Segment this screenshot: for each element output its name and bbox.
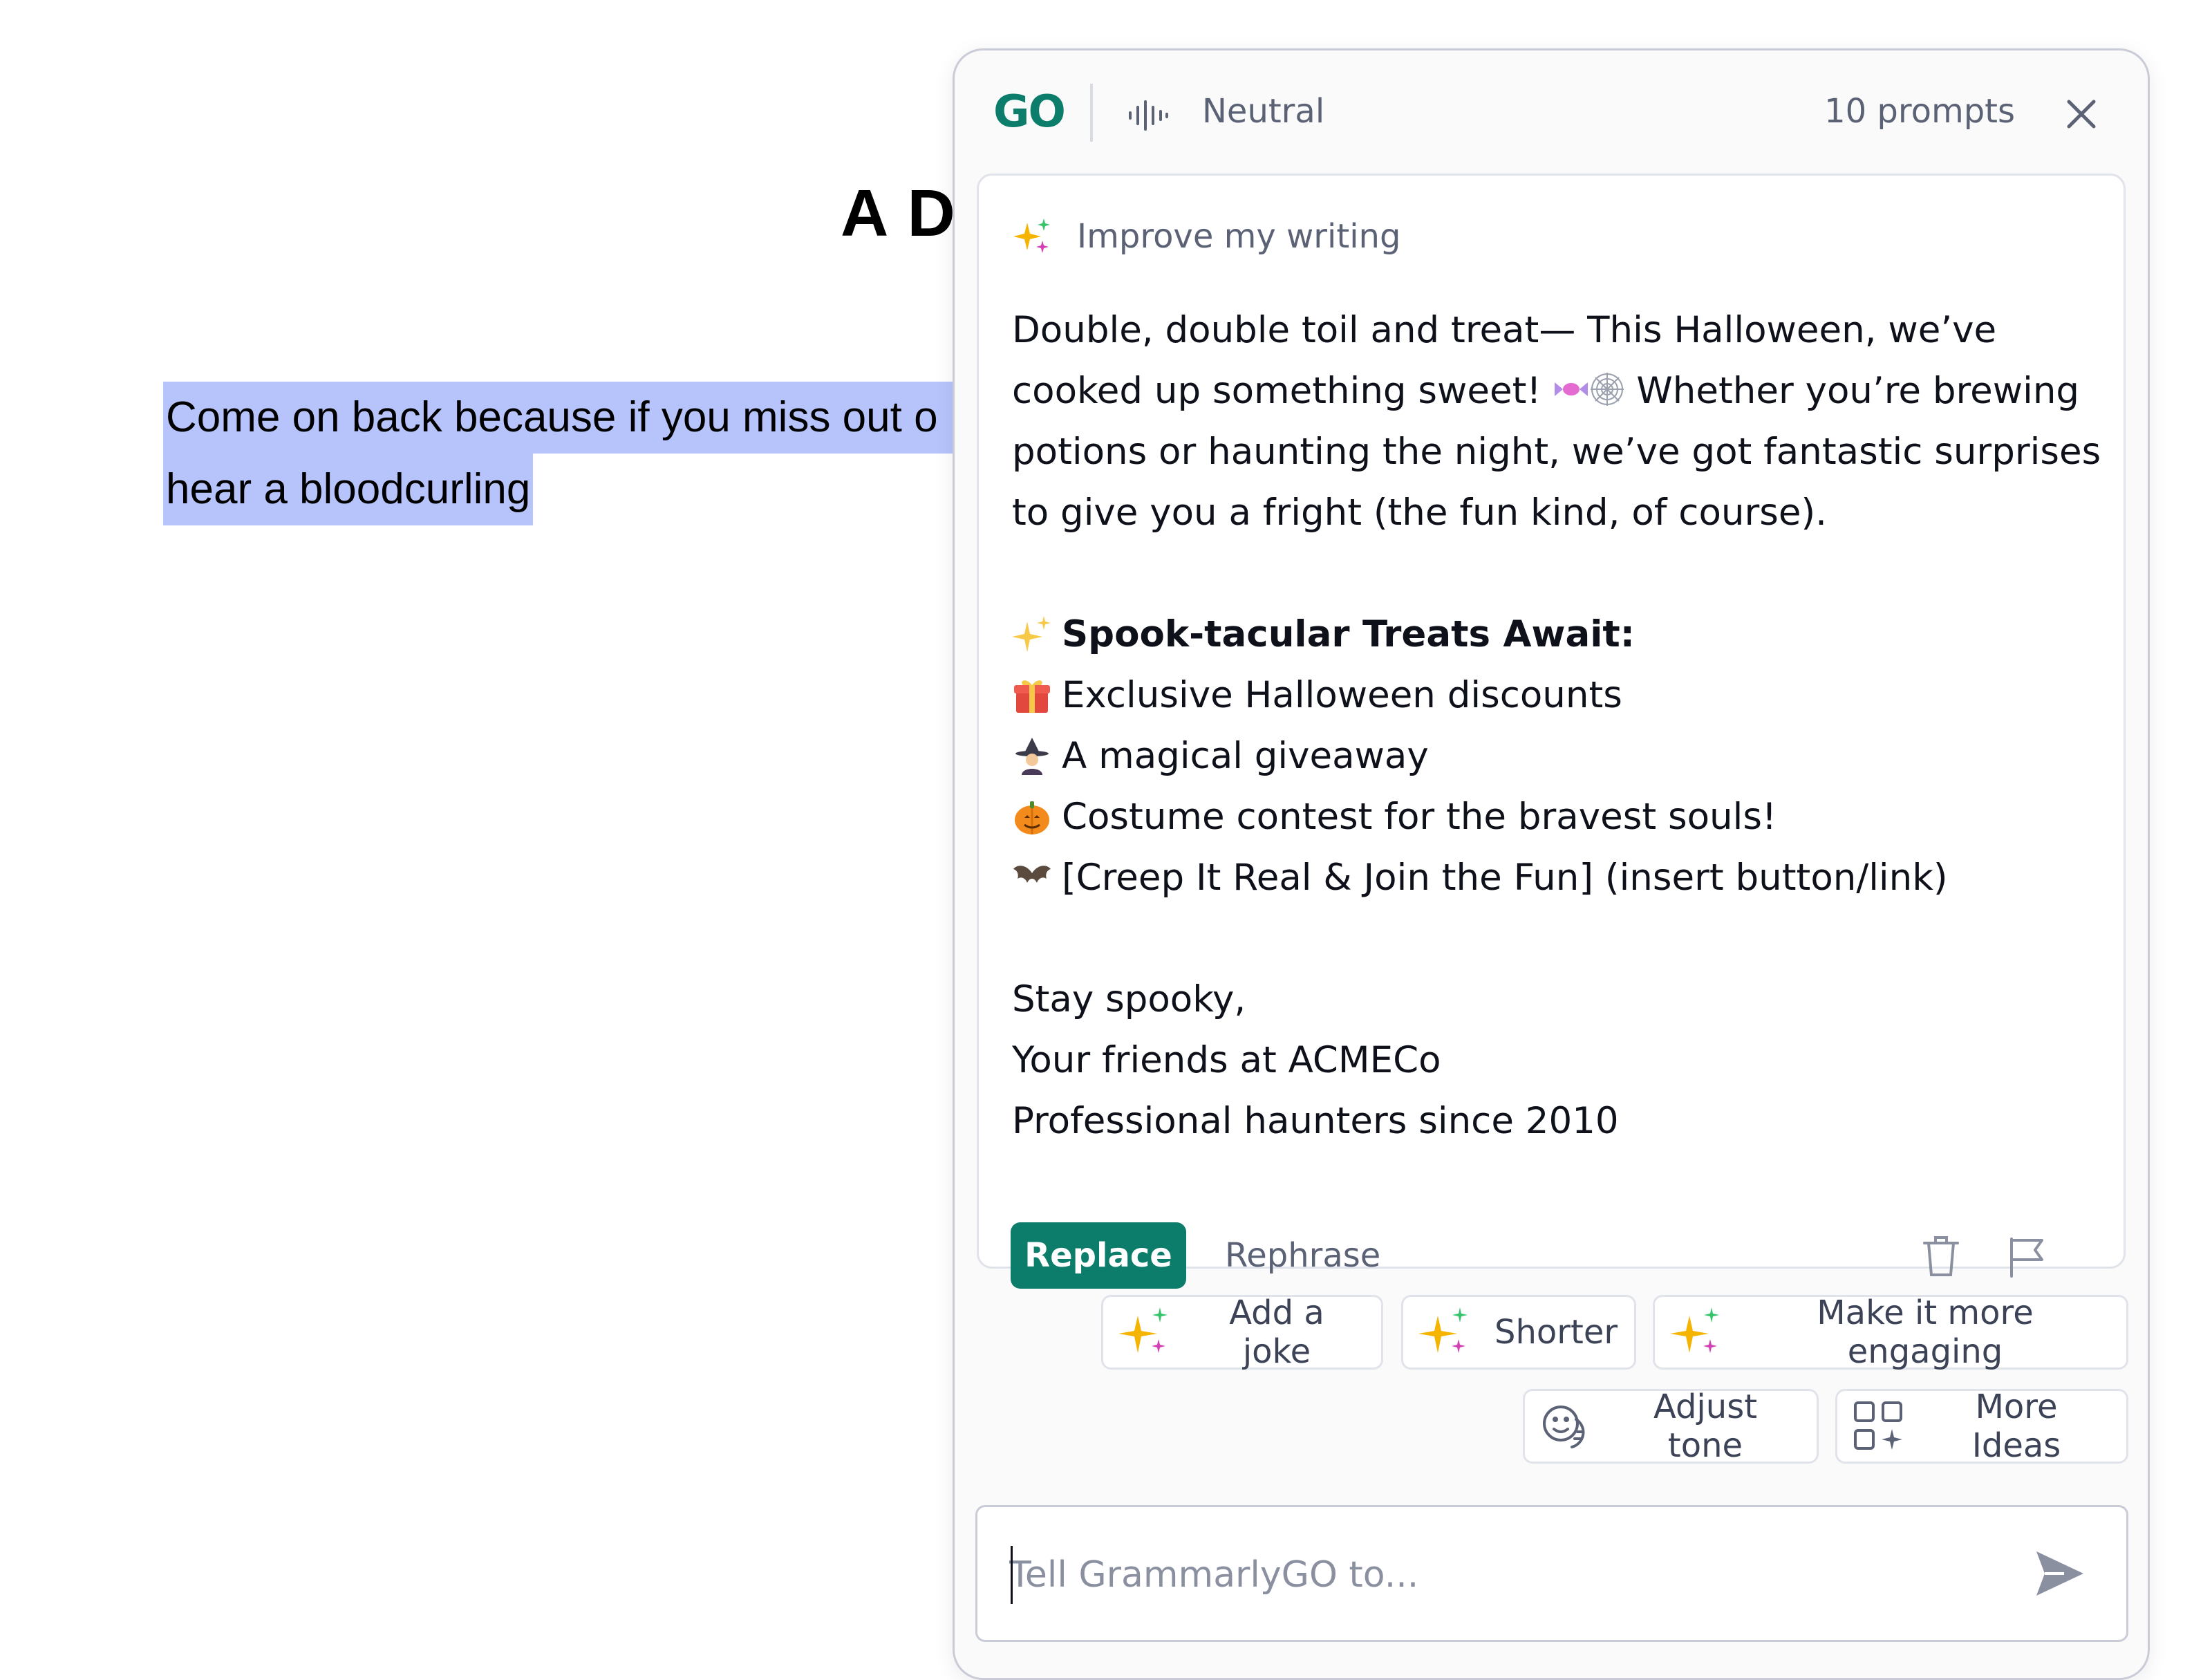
list-item-text: A magical giveaway (1062, 735, 1429, 777)
grid-sparkle-icon (1854, 1401, 1902, 1450)
list-item-text: Costume contest for the bravest souls! (1062, 796, 1777, 838)
sparkle-icon (1013, 218, 1050, 253)
list-item: Costume contest for the bravest souls! (1012, 787, 2104, 848)
prompt-label: Improve my writing (1077, 217, 1401, 256)
list-item-text: Exclusive Halloween discounts (1062, 674, 1622, 716)
make-engaging-label: Make it more engaging (1817, 1294, 2034, 1371)
add-joke-label: Add a joke (1229, 1294, 1324, 1371)
flag-icon[interactable] (2007, 1236, 2046, 1278)
panel-header: GO Neutral 10 prompts (955, 50, 2148, 174)
sparkle-icon (1418, 1307, 1468, 1353)
list-item: [Creep It Real & Join the Fun] (insert b… (1012, 848, 2104, 908)
list-item: Exclusive Halloween discounts (1012, 665, 2104, 726)
shorter-label: Shorter (1494, 1313, 1618, 1352)
document-title[interactable]: A D (841, 176, 957, 252)
suggestion-card: Improve my writing Double, double toil a… (977, 174, 2126, 1289)
trash-icon[interactable] (1922, 1235, 1960, 1278)
signature: Your friends at ACMECo (1012, 1039, 1441, 1081)
replace-button[interactable]: Replace (1011, 1222, 1186, 1289)
treats-heading: Spook-tacular Treats Await: (1062, 613, 1635, 655)
sparkle-icon (1670, 1307, 1719, 1353)
grammarlygo-logo: GO (993, 86, 1066, 138)
suggestion-text: Double, double toil and treat— This Hall… (1012, 300, 2104, 1152)
voice-waveform-icon[interactable] (1127, 100, 1169, 131)
witch-icon (1015, 738, 1049, 775)
grammarlygo-panel: GO Neutral 10 prompts Improve my writing… (953, 48, 2150, 1680)
prompt-input[interactable] (1009, 1542, 1977, 1608)
suggestion-intro: Double, double toil and treat— This Hall… (1012, 300, 2104, 543)
shorter-button[interactable]: Shorter (1401, 1295, 1636, 1370)
gift-icon (1014, 680, 1050, 713)
prompts-count: 10 prompts (1824, 92, 2015, 131)
list-item-text: [Creep It Real & Join the Fun] (insert b… (1062, 857, 1948, 899)
sparkles-icon (1012, 616, 1051, 652)
suggestion-actions: Replace Rephrase (1011, 1222, 2096, 1291)
selected-text-line-2[interactable]: hear a bloodcurling (163, 454, 534, 525)
bat-icon (1013, 866, 1051, 883)
suggestion-header: Improve my writing (1013, 216, 1400, 257)
adjust-tone-button[interactable]: Adjust tone (1523, 1388, 1819, 1465)
tone-faces-icon (1543, 1406, 1585, 1448)
add-joke-button[interactable]: Add a joke (1101, 1294, 1383, 1371)
make-engaging-button[interactable]: Make it more engaging (1653, 1294, 2128, 1371)
more-ideas-button[interactable]: More Ideas (1835, 1388, 2128, 1465)
send-icon[interactable] (2034, 1547, 2086, 1600)
more-ideas-label: More Ideas (1971, 1388, 2061, 1465)
spiderweb-icon (1590, 373, 1624, 406)
selected-text-line-1[interactable]: Come on back because if you miss out o (163, 382, 979, 454)
adjust-tone-label: Adjust tone (1653, 1388, 1758, 1465)
candy-icon (1554, 382, 1588, 396)
list-item: A magical giveaway (1012, 726, 2104, 787)
text-caret (1011, 1546, 1013, 1604)
prompt-input-box[interactable] (975, 1505, 2128, 1642)
tagline: Professional haunters since 2010 (1012, 1100, 1619, 1142)
signoff: Stay spooky, (1012, 978, 1246, 1020)
treats-heading-row: Spook-tacular Treats Await: (1012, 604, 2104, 665)
close-icon[interactable] (2063, 96, 2099, 132)
sparkle-icon (1118, 1307, 1168, 1353)
rephrase-button[interactable]: Rephrase (1225, 1222, 1380, 1289)
tone-label[interactable]: Neutral (1202, 92, 1324, 131)
pumpkin-icon (1015, 801, 1049, 834)
header-divider (1090, 84, 1093, 142)
